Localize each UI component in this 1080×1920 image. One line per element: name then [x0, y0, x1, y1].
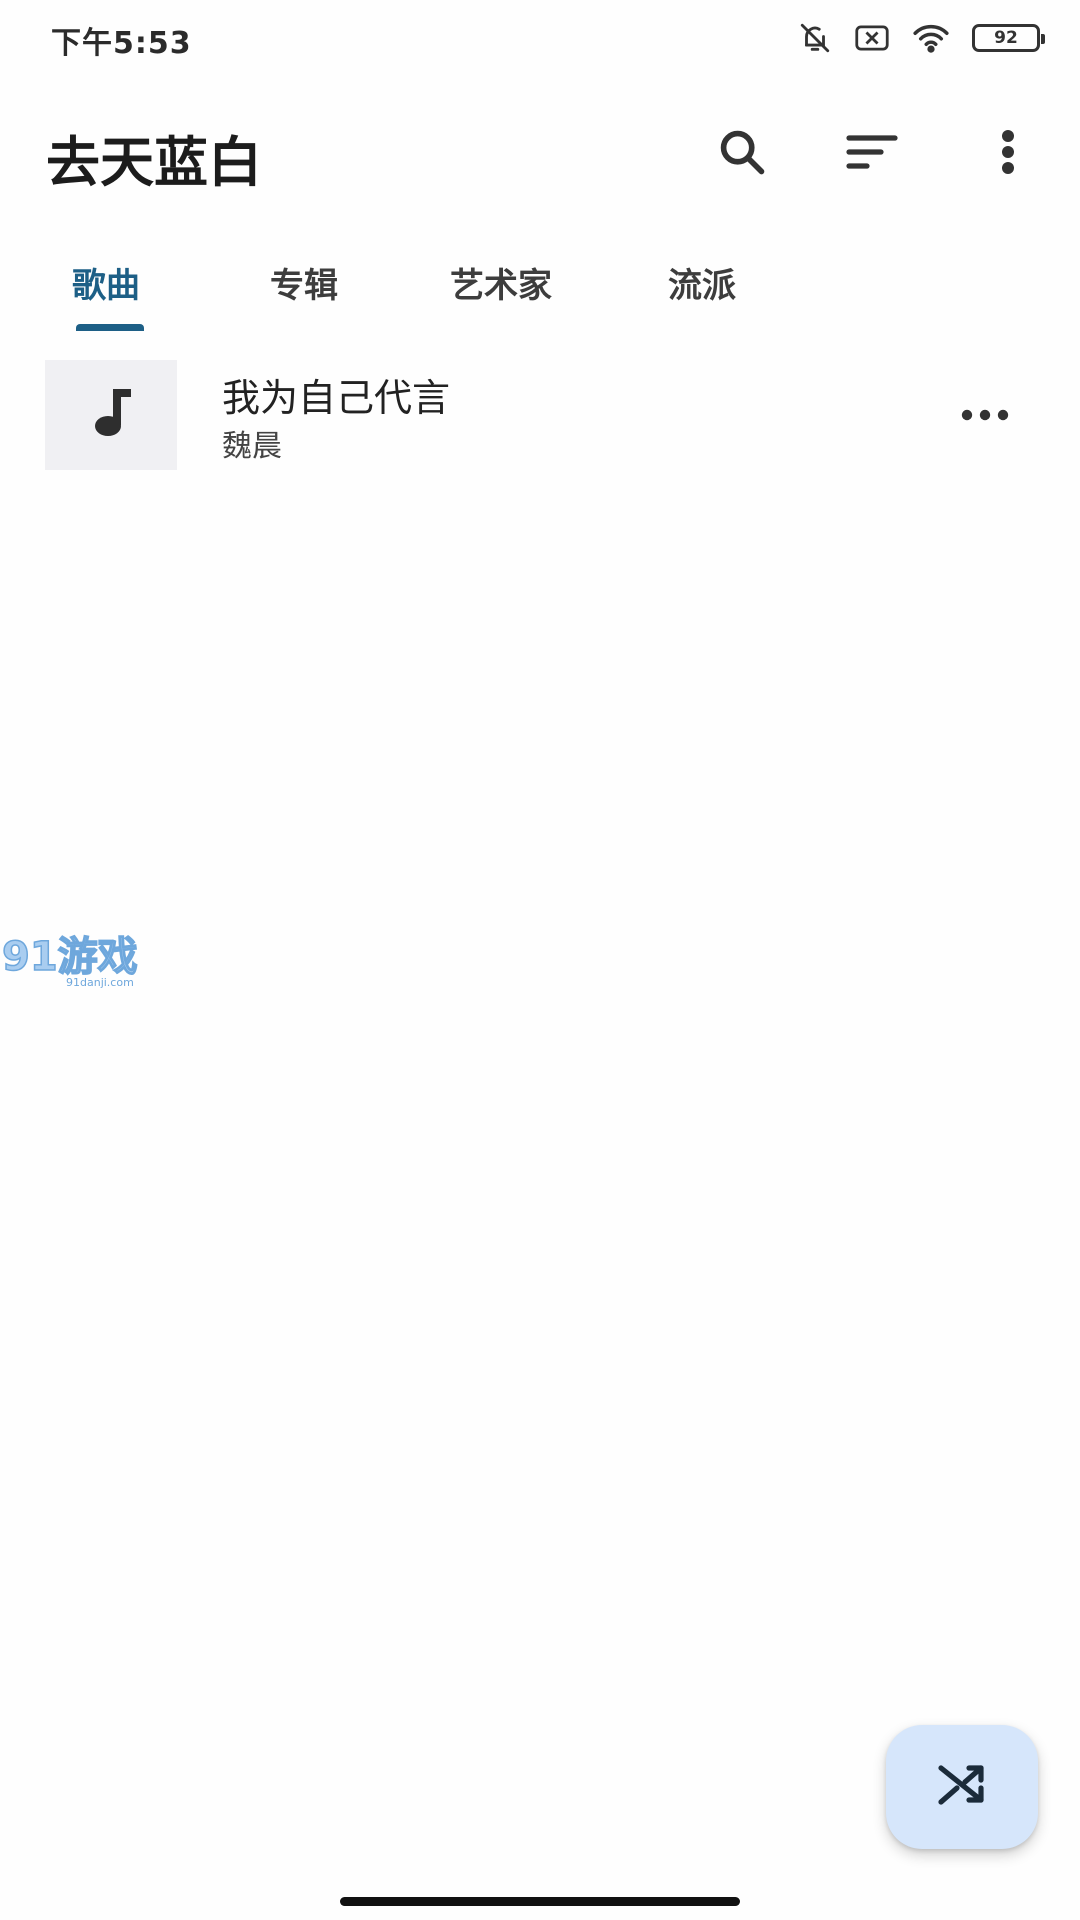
status-bar: 下午5:53 92 [0, 0, 1080, 80]
shuffle-fab[interactable] [886, 1725, 1038, 1849]
album-art-placeholder [45, 360, 177, 470]
song-options-button[interactable] [950, 385, 1020, 445]
tab-artists[interactable]: 艺术家 [450, 258, 552, 307]
song-title: 我为自己代言 [222, 376, 451, 420]
more-horiz-icon [961, 406, 1009, 425]
tab-albums[interactable]: 专辑 [270, 258, 338, 307]
app-bar: 去天蓝白 [0, 100, 1080, 210]
search-button[interactable] [710, 122, 774, 186]
battery-icon: 92 [972, 24, 1045, 52]
wifi-icon [912, 23, 950, 53]
watermark-text: 91游戏 [2, 934, 138, 980]
watermark-logo: 91游戏 91danji.com [0, 930, 140, 990]
song-artist: 魏晨 [222, 429, 282, 464]
sim-error-icon [854, 23, 890, 53]
sort-icon [845, 132, 899, 176]
bell-off-icon [798, 21, 832, 55]
status-icons: 92 [798, 20, 1045, 56]
music-note-icon [89, 387, 133, 443]
more-vert-icon [1000, 130, 1016, 178]
search-icon [716, 126, 768, 182]
tab-songs[interactable]: 歌曲 [72, 258, 140, 307]
status-time: 下午5:53 [51, 26, 192, 61]
tab-bar: 歌曲 专辑 艺术家 流派 [0, 240, 1080, 332]
music-app-screen: 下午5:53 92 去天蓝白 歌曲 专辑 艺术家 流派 我为自己代言 魏晨 91… [0, 0, 1080, 1920]
gesture-nav-handle[interactable] [340, 1897, 740, 1906]
active-tab-indicator [76, 324, 144, 331]
overflow-menu-button[interactable] [976, 122, 1040, 186]
sort-button[interactable] [840, 122, 904, 186]
song-list-item[interactable]: 我为自己代言 魏晨 [0, 355, 1080, 475]
app-title: 去天蓝白 [46, 131, 262, 194]
watermark-subtext: 91danji.com [66, 976, 134, 989]
battery-level: 92 [994, 28, 1018, 48]
shuffle-icon [937, 1762, 987, 1812]
tab-genres[interactable]: 流派 [668, 258, 736, 307]
